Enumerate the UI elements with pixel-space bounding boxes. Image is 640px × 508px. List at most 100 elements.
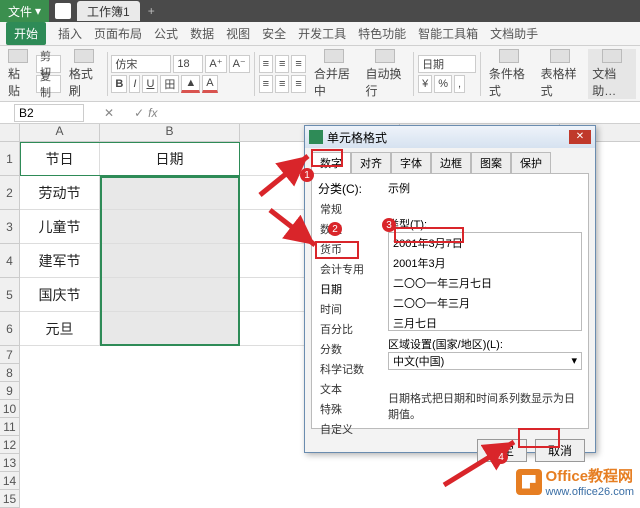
cell[interactable]: 节日 [20, 142, 100, 176]
new-tab-button[interactable]: + [148, 4, 155, 18]
underline-button[interactable]: U [142, 75, 158, 93]
font-color-button[interactable]: A [202, 75, 217, 93]
fx-confirm-icon[interactable]: ✓ [134, 106, 144, 120]
cell[interactable]: 儿童节 [20, 210, 100, 244]
comma-button[interactable]: , [454, 75, 465, 93]
row-header[interactable]: 13 [0, 454, 20, 472]
type-item[interactable]: 二〇〇一年三月 [389, 293, 581, 313]
tab-pattern[interactable]: 图案 [471, 152, 511, 173]
close-button[interactable]: ✕ [569, 130, 591, 144]
doc-helper-button[interactable]: 文档助… [588, 49, 636, 99]
cell[interactable]: 日期 [100, 142, 240, 176]
row-header[interactable]: 12 [0, 436, 20, 454]
type-item[interactable]: 2001年3月7日 [389, 233, 581, 253]
document-tab[interactable]: 工作簿1 [77, 1, 140, 21]
cell[interactable] [100, 244, 240, 278]
col-header-A[interactable]: A [20, 124, 100, 141]
cond-format-button[interactable]: 条件格式 [485, 49, 533, 99]
tab-helper[interactable]: 文档助手 [490, 25, 538, 42]
cell[interactable] [100, 176, 240, 210]
merge-button[interactable]: 合并居中 [310, 49, 358, 99]
tab-dev[interactable]: 开发工具 [298, 25, 346, 42]
increase-font-button[interactable]: A⁺ [205, 55, 226, 73]
row-header[interactable]: 11 [0, 418, 20, 436]
tab-align[interactable]: 对齐 [351, 152, 391, 173]
row-header[interactable]: 3 [0, 210, 20, 244]
align-center-button[interactable]: ≡ [275, 75, 289, 93]
category-item-date[interactable]: 日期 [318, 279, 382, 299]
category-item[interactable]: 分数 [318, 339, 382, 359]
number-format-select[interactable]: 日期 [418, 55, 476, 73]
tab-special[interactable]: 特色功能 [358, 25, 406, 42]
tab-security[interactable]: 安全 [262, 25, 286, 42]
wrap-button[interactable]: 自动换行 [362, 49, 410, 99]
percent-button[interactable]: % [434, 75, 452, 93]
tab-insert[interactable]: 插入 [58, 25, 82, 42]
align-mid-button[interactable]: ≡ [275, 55, 289, 73]
category-item[interactable]: 特殊 [318, 399, 382, 419]
copy-button[interactable]: 复制 [36, 75, 61, 93]
decrease-font-button[interactable]: A⁻ [229, 55, 250, 73]
font-name-select[interactable]: 仿宋 [111, 55, 171, 73]
align-bot-button[interactable]: ≡ [291, 55, 305, 73]
paste-button[interactable]: 粘贴 [4, 49, 32, 99]
cell[interactable]: 元旦 [20, 312, 100, 346]
table-style-button[interactable]: 表格样式 [537, 49, 585, 99]
tab-protect[interactable]: 保护 [511, 152, 551, 173]
fill-color-button[interactable]: ▲ [181, 75, 200, 93]
col-header-B[interactable]: B [100, 124, 240, 141]
row-header[interactable]: 1 [0, 142, 20, 176]
dialog-titlebar[interactable]: 单元格格式 ✕ [305, 126, 595, 148]
type-item[interactable]: 三月七日 [389, 313, 581, 331]
row-header[interactable]: 14 [0, 472, 20, 490]
category-item[interactable]: 时间 [318, 299, 382, 319]
row-header[interactable]: 10 [0, 400, 20, 418]
select-all-corner[interactable] [0, 124, 20, 141]
format-painter-button[interactable]: 格式刷 [65, 49, 103, 99]
currency-button[interactable]: ¥ [418, 75, 432, 93]
row-header[interactable]: 15 [0, 490, 20, 508]
fx-cancel-icon[interactable]: ✕ [104, 106, 114, 120]
row-header[interactable]: 9 [0, 382, 20, 400]
tab-start[interactable]: 开始 [6, 22, 46, 45]
cell[interactable]: 国庆节 [20, 278, 100, 312]
paste-icon [8, 49, 28, 63]
cell[interactable] [100, 278, 240, 312]
category-item[interactable]: 百分比 [318, 319, 382, 339]
align-top-button[interactable]: ≡ [259, 55, 273, 73]
locale-select[interactable]: 中文(中国) ▾ [388, 352, 582, 370]
tab-formula[interactable]: 公式 [154, 25, 178, 42]
row-header[interactable]: 7 [0, 346, 20, 364]
file-menu[interactable]: 文件 ▾ [0, 0, 49, 22]
tab-review[interactable]: 视图 [226, 25, 250, 42]
tab-border[interactable]: 边框 [431, 152, 471, 173]
type-item[interactable]: 2001年3月 [389, 253, 581, 273]
row-header[interactable]: 4 [0, 244, 20, 278]
type-list[interactable]: 2001年3月7日 2001年3月 二〇〇一年三月七日 二〇〇一年三月 三月七日… [388, 232, 582, 331]
tab-data[interactable]: 数据 [190, 25, 214, 42]
row-header[interactable]: 6 [0, 312, 20, 346]
cell[interactable] [100, 210, 240, 244]
row-header[interactable]: 8 [0, 364, 20, 382]
border-button[interactable]: 田 [160, 75, 179, 93]
row-header[interactable]: 5 [0, 278, 20, 312]
italic-button[interactable]: I [129, 75, 140, 93]
row-header[interactable]: 2 [0, 176, 20, 210]
cell[interactable]: 建军节 [20, 244, 100, 278]
category-item[interactable]: 文本 [318, 379, 382, 399]
font-size-select[interactable]: 18 [173, 55, 203, 73]
cell[interactable]: 劳动节 [20, 176, 100, 210]
tab-layout[interactable]: 页面布局 [94, 25, 142, 42]
fx-label[interactable]: fx [148, 106, 157, 120]
category-item[interactable]: 自定义 [318, 419, 382, 439]
category-item[interactable]: 科学记数 [318, 359, 382, 379]
align-right-button[interactable]: ≡ [291, 75, 305, 93]
name-box[interactable]: B2 [14, 104, 84, 122]
bold-button[interactable]: B [111, 75, 127, 93]
align-left-button[interactable]: ≡ [259, 75, 273, 93]
cancel-button[interactable]: 取消 [535, 439, 585, 462]
tab-font[interactable]: 字体 [391, 152, 431, 173]
type-item[interactable]: 二〇〇一年三月七日 [389, 273, 581, 293]
tab-smart[interactable]: 智能工具箱 [418, 25, 478, 42]
cell[interactable] [100, 312, 240, 346]
